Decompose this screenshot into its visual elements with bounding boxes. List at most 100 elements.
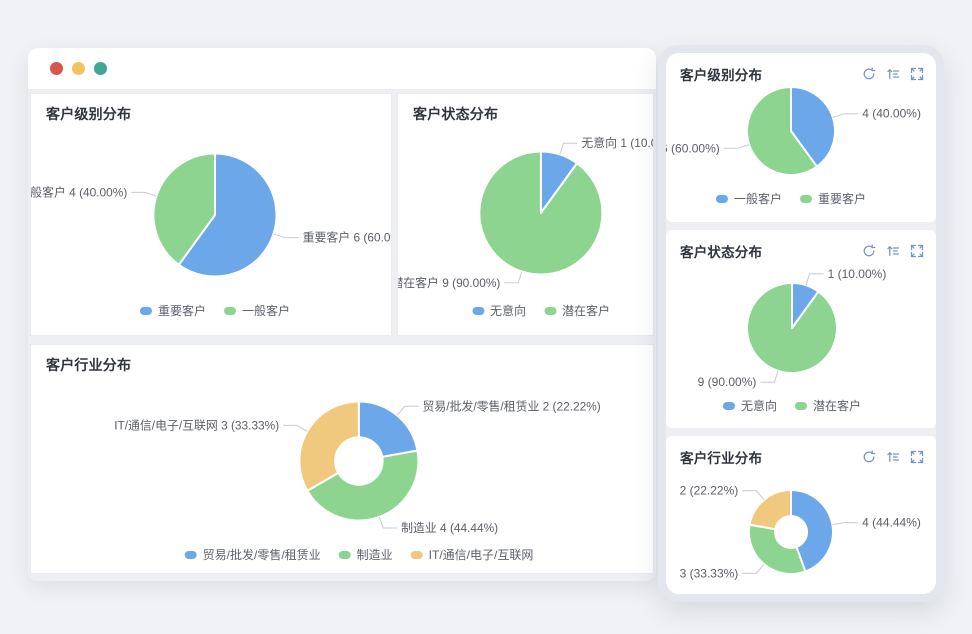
legend-marker <box>339 551 351 559</box>
window-close-button[interactable] <box>50 62 63 75</box>
panel-title-customer-level: 客户级别分布 <box>46 104 131 124</box>
slice-callout: 贸易/批发/零售/租赁业 2 (22.22%) <box>423 399 601 413</box>
sidebar-panel-header: 客户行业分布 <box>666 436 936 467</box>
legend-label: 潜在客户 <box>562 302 610 319</box>
legend-marker <box>472 307 484 315</box>
sidebar-title-customer-level: 客户级别分布 <box>680 64 762 84</box>
customer-industry-donut-chart: 贸易/批发/零售/租赁业 2 (22.22%) 制造业 4 (44.44%) IT/… <box>31 345 653 573</box>
panel-toolbar <box>862 244 924 258</box>
sidebar-panel-customer-status: 客户状态分布 1 (10.00%) 9 (90.00%) 无意向 潜在客户 <box>666 230 936 428</box>
callout-connector <box>832 523 858 525</box>
callout-connector <box>273 234 298 238</box>
callout-connector <box>742 491 764 500</box>
sidebar-panel-header: 客户级别分布 <box>666 53 936 84</box>
legend-label: IT/通信/电子/互联网 <box>429 546 534 563</box>
legend-item-无意向[interactable]: 无意向 <box>723 397 777 414</box>
sidebar-panel-customer-level: 客户级别分布 4 (40.00%) 6 (60.00%) 一般客户 重要客户 <box>666 53 936 222</box>
sidebar-customer-status-legend: 无意向 潜在客户 <box>723 397 861 414</box>
slice-callout: 一般客户 4 (40.00%) <box>31 185 127 199</box>
sidebar-preview: 客户级别分布 4 (40.00%) 6 (60.00%) 一般客户 重要客户 客户状… <box>658 45 944 602</box>
slice-callout: 9 (90.00%) <box>698 375 757 389</box>
pie-slice-潜在客户[interactable] <box>747 283 837 373</box>
legend-marker <box>800 195 812 203</box>
customer-status-legend: 无意向 潜在客户 <box>472 302 610 319</box>
callout-connector <box>397 406 419 415</box>
legend-label: 潜在客户 <box>813 397 861 414</box>
legend-item-IT/通信/电子/互联网[interactable]: IT/通信/电子/互联网 <box>411 546 534 563</box>
legend-label: 一般客户 <box>734 190 782 207</box>
legend-label: 制造业 <box>357 546 393 563</box>
customer-industry-legend: 贸易/批发/零售/租赁业 制造业 IT/通信/电子/互联网 <box>185 546 534 563</box>
legend-item-贸易/批发/零售/租赁业[interactable]: 贸易/批发/零售/租赁业 <box>185 546 321 563</box>
fullscreen-icon[interactable] <box>910 450 924 464</box>
refresh-icon[interactable] <box>862 244 876 258</box>
panel-toolbar <box>862 67 924 81</box>
refresh-icon[interactable] <box>862 67 876 81</box>
sidebar-panel-customer-industry: 客户行业分布 4 (44.44%) 3 (33.33%) 2 (22.22%) <box>666 436 936 594</box>
legend-label: 重要客户 <box>158 302 206 319</box>
window-titlebar <box>28 48 656 90</box>
callout-connector <box>833 114 858 118</box>
legend-marker <box>723 402 735 410</box>
panel-toolbar <box>862 450 924 464</box>
slice-callout: IT/通信/电子/互联网 3 (33.33%) <box>114 418 279 432</box>
legend-marker <box>224 307 236 315</box>
sidebar-panels: 客户级别分布 4 (40.00%) 6 (60.00%) 一般客户 重要客户 客户状… <box>666 53 936 594</box>
window-maximize-button[interactable] <box>94 62 107 75</box>
slice-callout: 潜在客户 9 (90.00%) <box>398 276 500 290</box>
slice-callout: 4 (40.00%) <box>862 107 921 121</box>
legend-item-重要客户[interactable]: 重要客户 <box>140 302 206 319</box>
legend-label: 重要客户 <box>818 190 866 207</box>
panel-title-customer-status: 客户状态分布 <box>413 104 498 124</box>
panel-title-customer-industry: 客户行业分布 <box>46 355 131 375</box>
legend-item-一般客户[interactable]: 一般客户 <box>224 302 290 319</box>
legend-item-重要客户[interactable]: 重要客户 <box>800 190 866 207</box>
slice-callout: 制造业 4 (44.44%) <box>401 521 498 535</box>
fullscreen-icon[interactable] <box>910 244 924 258</box>
main-window: 客户级别分布 重要客户 6 (60.00%) 一般客户 4 (40.00%) 重要… <box>28 48 656 581</box>
legend-marker <box>185 551 197 559</box>
legend-item-无意向[interactable]: 无意向 <box>472 302 526 319</box>
sidebar-panel-header: 客户状态分布 <box>666 230 936 261</box>
fullscreen-icon[interactable] <box>910 67 924 81</box>
panel-customer-status: 客户状态分布 无意向 1 (10.00%)潜在客户 9 (90.00%) 无意向… <box>397 93 654 336</box>
refresh-icon[interactable] <box>862 450 876 464</box>
slice-callout: 3 (33.33%) <box>680 566 739 580</box>
pie-slice-2[interactable] <box>750 490 791 529</box>
legend-item-制造业[interactable]: 制造业 <box>339 546 393 563</box>
callout-connector <box>724 145 749 149</box>
callout-connector <box>379 517 397 528</box>
pie-slice-IT/通信/电子/互联网[interactable] <box>299 402 358 491</box>
sort-ascending-icon[interactable] <box>886 450 900 464</box>
slice-callout: 2 (22.22%) <box>680 484 739 498</box>
window-minimize-button[interactable] <box>72 62 85 75</box>
pie-slice-潜在客户[interactable] <box>479 152 602 275</box>
sidebar-title-customer-industry: 客户行业分布 <box>680 447 762 467</box>
legend-item-一般客户[interactable]: 一般客户 <box>716 190 782 207</box>
slice-callout: 4 (44.44%) <box>862 516 921 530</box>
sidebar-title-customer-status: 客户状态分布 <box>680 241 762 261</box>
panel-customer-industry: 客户行业分布 贸易/批发/零售/租赁业 2 (22.22%) 制造业 4 (44.… <box>30 344 654 574</box>
legend-label: 贸易/批发/零售/租赁业 <box>203 546 321 563</box>
legend-marker <box>140 307 152 315</box>
callout-connector <box>504 271 522 282</box>
legend-label: 无意向 <box>490 302 526 319</box>
pie-slice-3[interactable] <box>749 525 805 574</box>
legend-item-潜在客户[interactable]: 潜在客户 <box>795 397 861 414</box>
legend-label: 无意向 <box>741 397 777 414</box>
legend-item-潜在客户[interactable]: 潜在客户 <box>544 302 610 319</box>
panel-customer-level: 客户级别分布 重要客户 6 (60.00%) 一般客户 4 (40.00%) 重要… <box>30 93 392 336</box>
customer-level-pie-chart: 重要客户 6 (60.00%) 一般客户 4 (40.00%) <box>31 94 391 335</box>
sort-ascending-icon[interactable] <box>886 67 900 81</box>
slice-callout: 重要客户 6 (60.00%) <box>303 231 391 245</box>
legend-label: 一般客户 <box>242 302 290 319</box>
customer-status-pie-chart: 无意向 1 (10.00%)潜在客户 9 (90.00%) <box>398 94 653 335</box>
callout-connector <box>283 425 307 431</box>
callout-connector <box>760 371 778 382</box>
slice-callout: 1 (10.00%) <box>828 267 887 281</box>
slice-callout: 6 (60.00%) <box>666 141 720 155</box>
callout-connector <box>131 192 156 196</box>
pie-slice-贸易/批发/零售/租赁业[interactable] <box>359 402 418 457</box>
sort-ascending-icon[interactable] <box>886 244 900 258</box>
legend-marker <box>795 402 807 410</box>
